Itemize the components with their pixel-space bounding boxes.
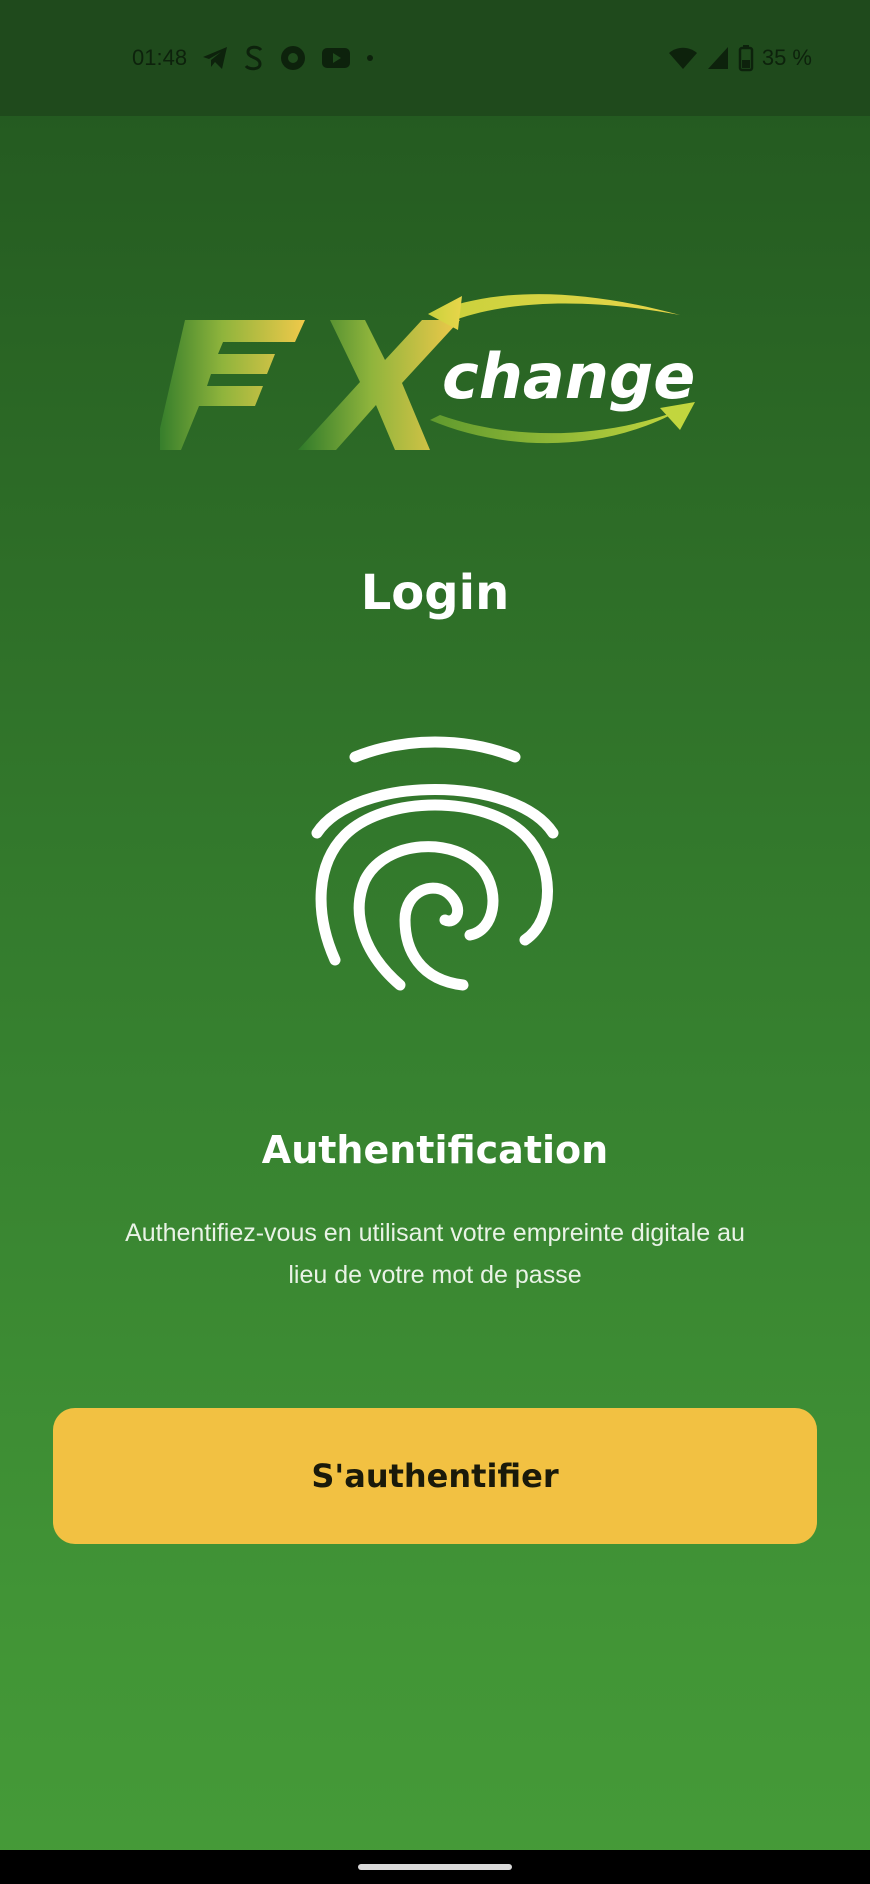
notification-dot-icon (365, 53, 375, 63)
s-app-icon (243, 44, 265, 72)
status-bar: 01:48 35 % (0, 0, 870, 116)
auth-heading: Authentification (261, 1128, 609, 1172)
youtube-icon (321, 46, 351, 70)
home-gesture-handle[interactable] (358, 1864, 512, 1870)
status-bar-left: 01:48 (132, 40, 375, 76)
login-screen: 01:48 35 % change Login Authentification… (0, 0, 870, 1884)
wifi-icon (668, 45, 698, 71)
battery-percentage: 35 % (761, 45, 812, 70)
fx-change-logo: change (155, 290, 710, 470)
logo-change-text: change (442, 340, 695, 413)
auth-description: Authentifiez-vous en utilisant votre emp… (125, 1219, 745, 1289)
status-bar-right: 35 % (668, 40, 812, 76)
telegram-icon (201, 45, 229, 71)
cell-signal-icon (706, 45, 730, 71)
authenticate-button[interactable]: S'authentifier (53, 1408, 817, 1544)
page-title: Login (360, 565, 510, 621)
fx-mark (155, 320, 460, 450)
fingerprint-icon[interactable] (305, 735, 565, 1005)
battery-icon (738, 44, 754, 72)
status-time: 01:48 (132, 45, 188, 70)
circle-app-icon (279, 44, 307, 72)
